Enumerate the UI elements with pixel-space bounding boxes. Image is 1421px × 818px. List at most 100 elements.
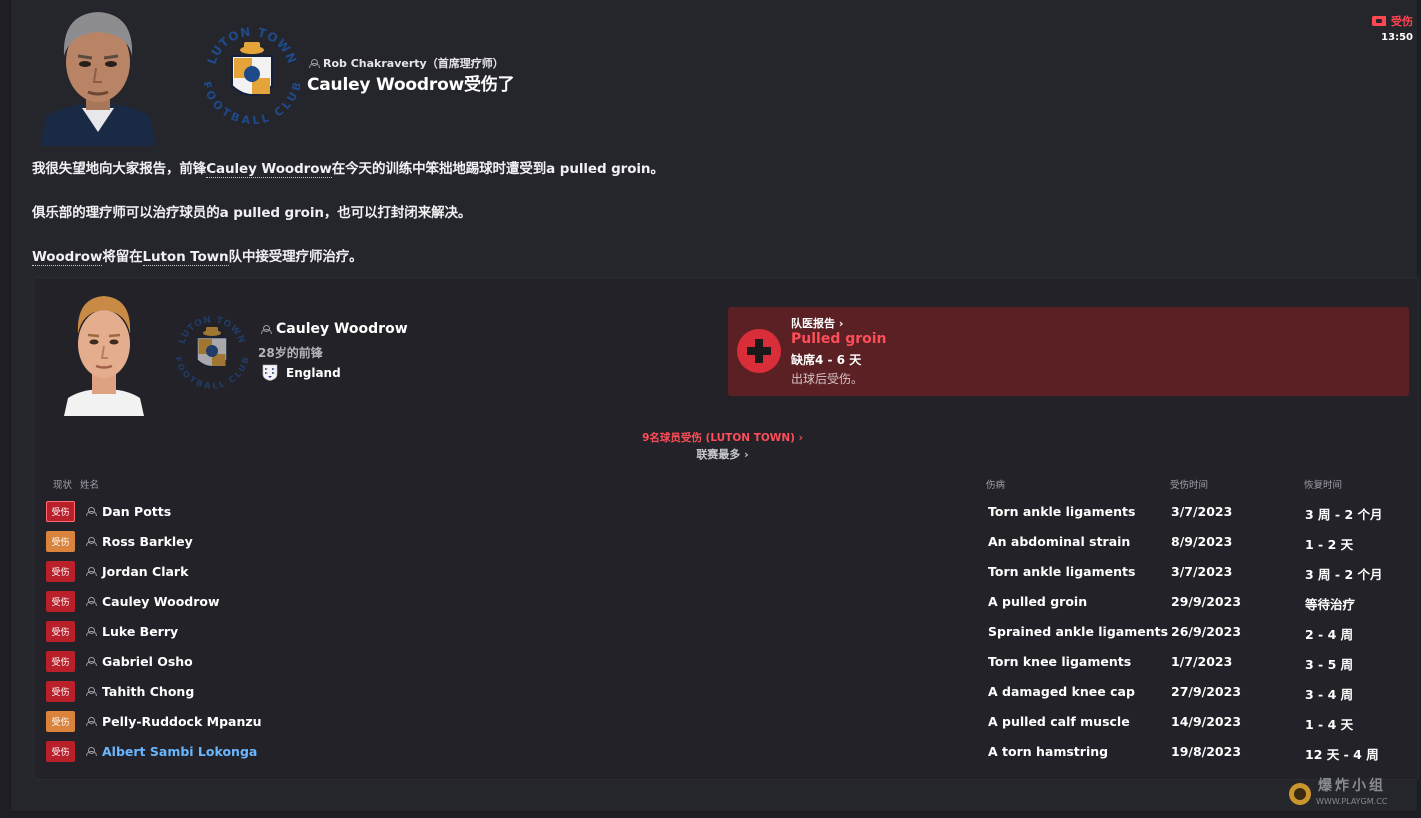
person-icon [86, 597, 97, 606]
table-row[interactable]: 受伤 Cauley Woodrow A pulled groin 29/9/20… [46, 589, 1406, 615]
person-icon [309, 58, 320, 68]
row-injury: Torn knee ligaments [988, 654, 1132, 669]
col-header-status[interactable]: 现状 [53, 477, 72, 491]
row-date: 14/9/2023 [1171, 714, 1242, 729]
person-icon [86, 507, 97, 516]
row-player-name-text: Cauley Woodrow [102, 594, 220, 609]
row-player-name-text: Luke Berry [102, 624, 179, 639]
player-link[interactable]: Cauley Woodrow [206, 161, 332, 178]
table-row[interactable]: 受伤 Jordan Clark Torn ankle ligaments 3/7… [46, 559, 1406, 585]
p3-text-b: 队中接受理疗师治疗。 [228, 249, 363, 265]
row-injury: Sprained ankle ligaments [988, 624, 1169, 639]
row-injury: Torn ankle ligaments [988, 564, 1136, 579]
table-row[interactable]: 受伤 Luke Berry Sprained ankle ligaments 2… [46, 619, 1406, 645]
row-recovery: 1 - 4 天 [1305, 717, 1354, 732]
p1-text-a: 我很失望地向大家报告，前锋 [32, 161, 207, 177]
table-row[interactable]: 受伤 Dan Potts Torn ankle ligaments 3/7/20… [46, 499, 1406, 525]
row-player-name-text: Jordan Clark [102, 564, 189, 579]
club-link[interactable]: Luton Town [142, 249, 229, 266]
table-row[interactable]: 受伤 Ross Barkley An abdominal strain 8/9/… [46, 529, 1406, 555]
medical-cross-icon [737, 329, 781, 373]
site-watermark: 爆炸小组 WWW.PLAYGM.CC [1288, 770, 1413, 810]
row-player-name-text: Pelly-Ruddock Mpanzu [102, 714, 262, 729]
row-date: 29/9/2023 [1171, 594, 1242, 609]
table-row[interactable]: 受伤 Albert Sambi Lokonga A torn hamstring… [46, 739, 1406, 765]
player-nation-text: England [286, 365, 341, 380]
status-badge: 受伤 [46, 651, 75, 672]
row-injury: A pulled groin [988, 594, 1088, 609]
row-player-name[interactable]: Luke Berry [86, 624, 178, 639]
physio-portrait[interactable] [32, 4, 164, 146]
injury-tag-label: 受伤 [1391, 15, 1413, 28]
row-player-name-text: Ross Barkley [102, 534, 193, 549]
player-name[interactable]: Cauley Woodrow [261, 321, 408, 337]
england-crest-icon [262, 364, 278, 381]
row-recovery: 1 - 2 天 [1305, 537, 1354, 552]
col-header-name[interactable]: 姓名 [80, 477, 99, 491]
status-badge: 受伤 [46, 591, 75, 612]
report-paragraph-3: Woodrow将留在Luton Town队中接受理疗师治疗。 [32, 245, 363, 266]
person-icon [86, 717, 97, 726]
injured-count-link[interactable]: 9名球员受伤 (LUTON TOWN) › [0, 430, 1421, 445]
luton-town-crest[interactable]: LUTON TOWN FOOTBALL CLUB [200, 22, 304, 127]
table-row[interactable]: 受伤 Tahith Chong A damaged knee cap 27/9/… [46, 679, 1406, 705]
row-injury: A torn hamstring [988, 744, 1109, 759]
player-portrait[interactable] [64, 290, 144, 416]
tag-icon [1372, 16, 1386, 26]
col-header-date[interactable]: 受伤时间 [1170, 477, 1208, 491]
player-nation[interactable]: England [262, 364, 341, 381]
person-icon [86, 627, 97, 636]
sender-line[interactable]: Rob Chakraverty（首席理疗师） [309, 55, 504, 71]
injury-tag: 受伤 [1372, 13, 1413, 29]
row-recovery: 3 - 5 周 [1305, 657, 1354, 672]
row-date: 1/7/2023 [1171, 654, 1233, 669]
row-date: 3/7/2023 [1171, 564, 1233, 579]
medical-report-box[interactable]: 队医报告 › Pulled groin 缺席4 - 6 天 出球后受伤。 [728, 307, 1409, 396]
row-player-name-text: Dan Potts [102, 504, 172, 519]
col-header-injury[interactable]: 伤病 [986, 477, 1005, 491]
medical-report-link[interactable]: 队医报告 › [791, 315, 843, 331]
row-player-name-text: Albert Sambi Lokonga [102, 744, 258, 759]
row-injury: A pulled calf muscle [988, 714, 1130, 729]
medical-note: 出球后受伤。 [791, 372, 864, 386]
report-paragraph-1: 我很失望地向大家报告，前锋Cauley Woodrow在今天的训练中笨拙地踢球时… [32, 157, 664, 178]
luton-town-crest-small[interactable]: LUTON TOWN FOOTBALL CLUB [173, 311, 250, 391]
person-icon [86, 747, 97, 756]
status-badge: 受伤 [46, 561, 75, 582]
row-player-name-text: Gabriel Osho [102, 654, 193, 669]
row-player-name[interactable]: Jordan Clark [86, 564, 188, 579]
row-player-name[interactable]: Tahith Chong [86, 684, 194, 699]
row-player-name[interactable]: Pelly-Ruddock Mpanzu [86, 714, 262, 729]
watermark-text: 爆炸小组 [1318, 777, 1386, 794]
league-most-link[interactable]: 联赛最多 › [0, 446, 1421, 462]
watermark-url: WWW.PLAYGM.CC [1316, 797, 1388, 806]
row-date: 3/7/2023 [1171, 504, 1233, 519]
row-date: 27/9/2023 [1171, 684, 1242, 699]
row-player-name[interactable]: Gabriel Osho [86, 654, 193, 669]
row-injury: Torn ankle ligaments [988, 504, 1136, 519]
row-player-name[interactable]: Cauley Woodrow [86, 594, 220, 609]
person-icon [261, 324, 272, 334]
row-player-name[interactable]: Albert Sambi Lokonga [86, 744, 257, 759]
row-player-name[interactable]: Dan Potts [86, 504, 171, 519]
table-row[interactable]: 受伤 Pelly-Ruddock Mpanzu A pulled calf mu… [46, 709, 1406, 735]
report-paragraph-2: 俱乐部的理疗师可以治疗球员的a pulled groin，也可以打封闭来解决。 [32, 205, 472, 221]
table-row[interactable]: 受伤 Gabriel Osho Torn knee ligaments 1/7/… [46, 649, 1406, 675]
row-recovery: 3 周 - 2 个月 [1305, 507, 1383, 522]
col-header-recovery[interactable]: 恢复时间 [1304, 477, 1342, 491]
row-date: 19/8/2023 [1171, 744, 1242, 759]
row-injury: A damaged knee cap [988, 684, 1135, 699]
person-icon [86, 537, 97, 546]
p1-text-b: 在今天的训练中笨拙地踢球时遭受到a pulled groin。 [331, 161, 664, 177]
row-player-name-text: Tahith Chong [102, 684, 195, 699]
row-recovery: 2 - 4 周 [1305, 627, 1354, 642]
status-badge: 受伤 [46, 681, 75, 702]
row-date: 8/9/2023 [1171, 534, 1233, 549]
medical-injury-name: Pulled groin [791, 331, 887, 347]
row-player-name[interactable]: Ross Barkley [86, 534, 193, 549]
row-recovery: 12 天 - 4 周 [1305, 747, 1379, 762]
status-badge: 受伤 [46, 711, 75, 732]
player-surname-link[interactable]: Woodrow [32, 249, 102, 266]
message-headline: Cauley Woodrow受伤了 [307, 75, 515, 95]
sender-name: Rob Chakraverty（首席理疗师） [323, 57, 504, 70]
